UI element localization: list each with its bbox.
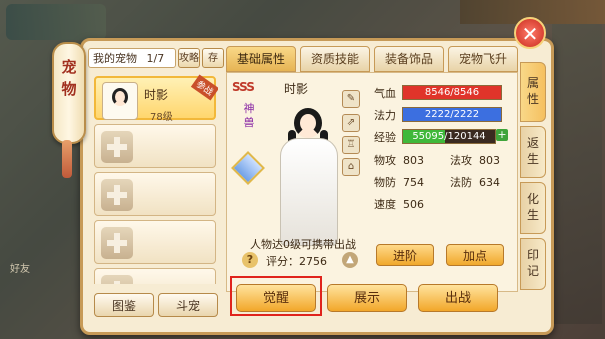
pet-card-level: 78级 — [150, 112, 173, 123]
carry-requirement: 人物达0级可携带出战 — [250, 238, 356, 251]
attr-label: 法防 — [450, 176, 472, 189]
hp-label: 气血 — [374, 87, 396, 100]
pet-count-field: 我的宠物 1/7 — [88, 48, 176, 68]
shirt-icon[interactable]: ♖ — [342, 136, 360, 154]
hp-bar-row: 气血 8546/8546 — [372, 82, 512, 104]
add-slot-icon — [101, 131, 133, 163]
attr-speed: 速度 506 — [374, 196, 424, 212]
side-tab-char: 属 — [526, 76, 539, 90]
attr-label: 速度 — [374, 198, 396, 211]
panel-title-char-1: 宠 — [61, 58, 77, 76]
stat-bars: 气血 8546/8546 法力 2222/2222 经验 55095/12014… — [372, 82, 512, 148]
pet-slot-empty[interactable] — [94, 268, 216, 284]
mp-value: 2222/2222 — [424, 109, 480, 120]
attr-physical-defense: 物防 754 — [374, 174, 424, 190]
friend-hud-label[interactable]: 好友 — [10, 260, 30, 275]
side-tab-mark[interactable]: 印记 — [520, 238, 546, 290]
tab-aptitude-skills[interactable]: 资质技能 — [300, 46, 370, 72]
exp-value: 55095/120144 — [412, 131, 486, 142]
score-value: 2756 — [299, 255, 327, 268]
mp-bar-row: 法力 2222/2222 — [372, 104, 512, 126]
attr-magic-defense: 法防 634 — [450, 174, 500, 190]
pet-count-label: 我的宠物 — [93, 52, 137, 65]
pet-bar: 我的宠物 1/7 攻略 存 — [88, 48, 224, 70]
side-tab-char: 生 — [526, 152, 539, 166]
pet-duel-button[interactable]: 斗宠 — [158, 293, 218, 317]
attribute-tabs: 基础属性 资质技能 装备饰品 宠物飞升 — [226, 46, 518, 72]
pet-slot-empty[interactable] — [94, 220, 216, 264]
attr-value: 803 — [479, 154, 500, 167]
add-points-button[interactable]: 加点 — [446, 244, 504, 266]
tab-equipment[interactable]: 装备饰品 — [374, 46, 444, 72]
pet-avatar-face — [112, 88, 128, 106]
mp-bar: 2222/2222 — [402, 107, 502, 122]
side-tab-char: 记 — [526, 264, 539, 278]
add-slot-icon — [101, 227, 133, 259]
side-tab-rebirth[interactable]: 返生 — [520, 126, 546, 178]
store-button[interactable]: 存 — [202, 48, 224, 68]
pet-card-selected[interactable]: 时影 78级 参战 — [94, 74, 218, 123]
gem-icon[interactable] — [231, 151, 265, 185]
rarity-badge: 神兽 — [243, 102, 255, 129]
attr-value: 754 — [403, 176, 424, 189]
pet-detail-name: 时影 — [284, 82, 309, 96]
side-tab-attributes[interactable]: 属性 — [520, 62, 546, 122]
pet-card-name: 时影 — [144, 88, 169, 102]
pet-model — [272, 108, 344, 248]
tab-pet-ascension[interactable]: 宠物飞升 — [448, 46, 518, 72]
side-tab-char: 性 — [526, 92, 539, 106]
tab-basic-attributes[interactable]: 基础属性 — [226, 46, 296, 72]
pet-slot-empty[interactable] — [94, 124, 216, 168]
mp-label: 法力 — [374, 109, 396, 122]
attr-label: 物攻 — [374, 154, 396, 167]
attr-label: 物防 — [374, 176, 396, 189]
awaken-highlight — [230, 276, 322, 316]
attr-value: 506 — [403, 198, 424, 211]
panel-title-char-2: 物 — [61, 80, 77, 98]
attr-value: 803 — [403, 154, 424, 167]
hp-bar: 8546/8546 — [402, 85, 502, 100]
share-icon[interactable]: ⇗ — [342, 114, 360, 132]
pet-list: 时影 78级 参战 — [94, 74, 218, 284]
attr-magic-attack: 法攻 803 — [450, 152, 500, 168]
side-tab-transform[interactable]: 化生 — [520, 182, 546, 234]
score-label: 评分 — [266, 255, 288, 268]
catalog-button[interactable]: 图鉴 — [94, 293, 154, 317]
pet-slot-empty[interactable] — [94, 172, 216, 216]
strategy-button[interactable]: 攻略 — [178, 48, 200, 68]
side-tab-char: 生 — [526, 208, 539, 222]
pet-model-head — [294, 108, 322, 138]
exp-bar-row: 经验 55095/120144 + — [372, 126, 512, 148]
display-button[interactable]: 展示 — [327, 284, 407, 312]
pet-model-robe — [280, 138, 338, 246]
panel-title-scroll: 宠 物 — [52, 42, 86, 144]
deploy-button[interactable]: 出战 — [418, 284, 498, 312]
close-icon[interactable]: ✕ — [514, 17, 546, 49]
exp-bar: 55095/120144 — [402, 129, 496, 144]
scroll-tassel — [62, 140, 72, 178]
add-exp-icon[interactable]: + — [496, 129, 508, 141]
battle-badge: 参战 — [190, 74, 218, 101]
pet-count-value: 1/7 — [146, 52, 165, 65]
add-slot-icon — [101, 275, 133, 284]
side-tab-char: 印 — [526, 248, 539, 262]
pet-avatar — [102, 82, 138, 120]
temple-icon[interactable]: ⌂ — [342, 158, 360, 176]
attr-physical-attack: 物攻 803 — [374, 152, 424, 168]
exp-label: 经验 — [374, 131, 396, 144]
side-tab-char: 返 — [526, 136, 539, 150]
score-row: ? 评分：2756 ▲ — [242, 252, 360, 270]
attr-label: 法攻 — [450, 154, 472, 167]
question-icon[interactable]: ? — [242, 252, 258, 268]
add-slot-icon — [101, 179, 133, 211]
advance-button[interactable]: 进阶 — [376, 244, 434, 266]
arrow-up-icon[interactable]: ▲ — [342, 252, 358, 268]
score-text: 评分：2756 — [266, 255, 327, 268]
side-tab-char: 化 — [526, 192, 539, 206]
pencil-icon[interactable]: ✎ — [342, 90, 360, 108]
attr-value: 634 — [479, 176, 500, 189]
hp-value: 8546/8546 — [424, 87, 480, 98]
grade-mark: SSS — [232, 80, 255, 94]
